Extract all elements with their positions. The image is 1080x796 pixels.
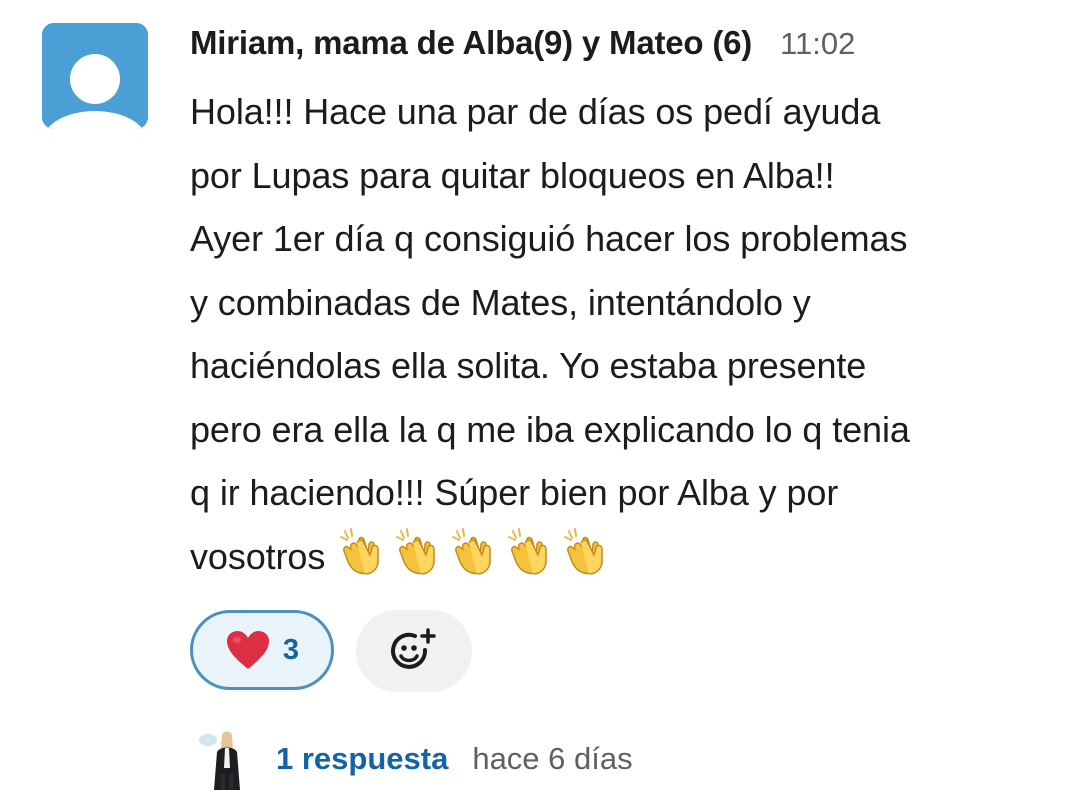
reaction-heart[interactable]: 3 — [190, 610, 334, 690]
user-avatar[interactable] — [42, 23, 148, 129]
reactions-bar: 3 — [190, 610, 472, 692]
add-reaction-button[interactable] — [356, 610, 472, 692]
reaction-count: 3 — [282, 633, 300, 666]
replier-avatar-image — [196, 728, 256, 790]
message-header: Miriam, mama de Alba(9) y Mateo (6) 11:0… — [190, 24, 855, 62]
message-line: vosotros — [190, 535, 326, 577]
clapping-hands-icon — [452, 527, 492, 575]
clapping-hands-icon — [564, 527, 604, 575]
message-line: por Lupas para quitar bloqueos en Alba!! — [190, 154, 835, 196]
reply-time: hace 6 días — [472, 741, 633, 776]
add-emoji-icon — [391, 628, 436, 669]
red-heart-icon — [226, 631, 269, 669]
reply-count-link[interactable]: 1 respuesta — [276, 741, 448, 777]
thread-summary[interactable]: 1 respuesta hace 6 días — [196, 728, 633, 790]
message-line: y combinadas de Mates, intentándolo y — [190, 281, 811, 323]
emoji-group — [337, 527, 611, 577]
message-body: Hola!!! Hace una par de días os pedí ayu… — [190, 80, 1050, 588]
replier-avatar — [196, 728, 256, 790]
message-line: pero era ella la q me iba explicando lo … — [190, 408, 910, 450]
message-item: Miriam, mama de Alba(9) y Mateo (6) 11:0… — [0, 0, 1080, 796]
default-user-icon — [42, 23, 148, 129]
message-last-line: vosotros — [190, 525, 1050, 589]
message-line: q ir haciendo!!! Súper bien por Alba y p… — [190, 472, 839, 513]
clapping-hands-icon — [340, 527, 380, 575]
message-line: haciéndolas ella solita. Yo estaba prese… — [190, 345, 867, 386]
clapping-hands-icon — [508, 527, 548, 575]
message-timestamp[interactable]: 11:02 — [780, 26, 855, 62]
message-line: Ayer 1er día q consiguió hacer los probl… — [190, 218, 908, 259]
message-line: Hola!!! Hace una par de días os pedí ayu… — [190, 91, 881, 132]
sender-name[interactable]: Miriam, mama de Alba(9) y Mateo (6) — [190, 24, 752, 62]
clapping-hands-icon — [396, 527, 436, 575]
